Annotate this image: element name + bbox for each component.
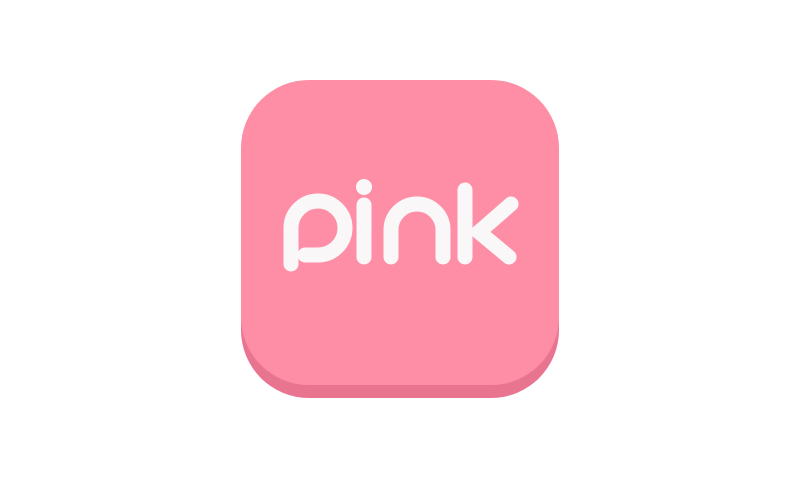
i-dot xyxy=(356,179,372,195)
pink-logo-icon xyxy=(241,80,559,398)
canvas xyxy=(0,0,800,480)
pink-app-icon[interactable] xyxy=(241,80,559,398)
